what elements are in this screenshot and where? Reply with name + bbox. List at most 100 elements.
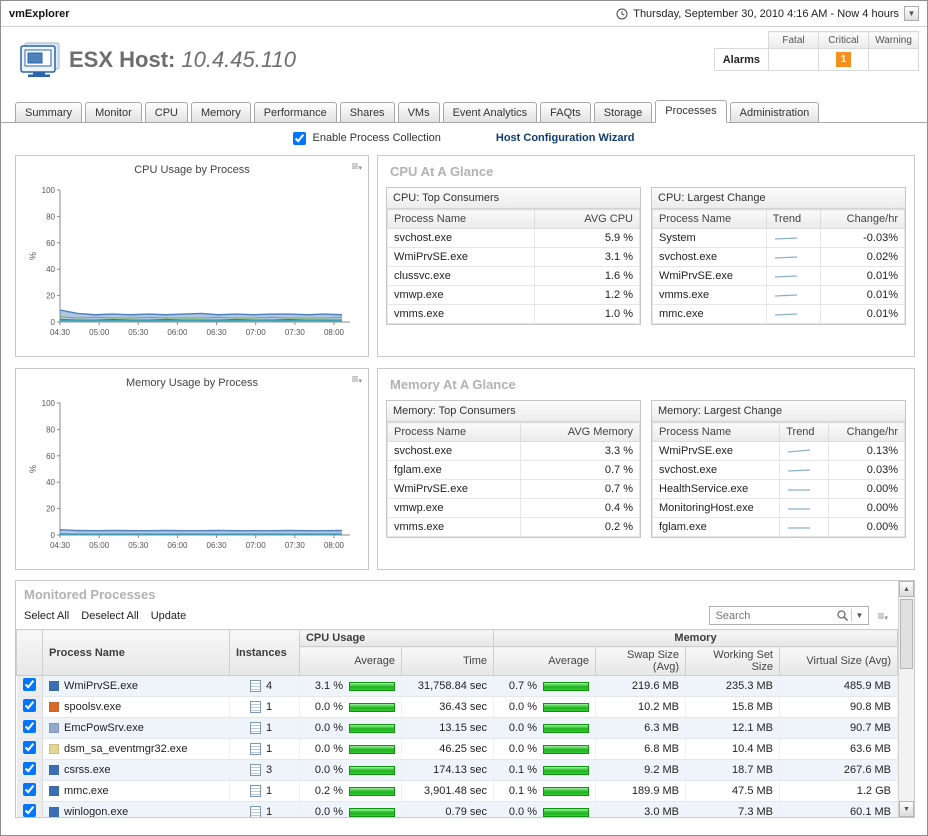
row-checkbox[interactable] [23,804,36,817]
row-checkbox[interactable] [23,741,36,754]
instances-icon [250,764,261,776]
svg-text:%: % [28,465,38,473]
table-row[interactable]: System-0.03% [653,229,905,248]
change-value: 0.03% [829,461,905,480]
tab-summary[interactable]: Summary [15,102,82,122]
col-time[interactable]: Time [401,647,493,676]
chevron-down-icon[interactable]: ▼ [904,6,919,21]
table-row[interactable]: svchost.exe0.03% [653,461,905,480]
svg-text:08:00: 08:00 [324,328,345,337]
alarms-col-warning: Warning [869,32,919,49]
tab-performance[interactable]: Performance [254,102,337,122]
fatal-count[interactable] [769,49,819,71]
row-checkbox[interactable] [23,720,36,733]
table-row[interactable]: clussvc.exe1.6 % [388,267,640,286]
cpu-average-value: 3.1 % [315,680,343,692]
top-bar: vmExplorer Thursday, September 30, 2010 … [1,1,927,27]
table-row[interactable]: svchost.exe0.02% [653,248,905,267]
col-cpu-average[interactable]: Average [299,647,401,676]
cpu-average-value: 0.0 % [315,743,343,755]
table-row[interactable]: vmwp.exe1.2 % [388,286,640,305]
col-instances[interactable]: Instances [229,630,299,676]
chart-menu-icon[interactable]: ≡▾ [351,372,362,386]
process-row[interactable]: dsm_sa_eventmgr32.exe 1 0.0 % 46.25 sec … [17,739,898,760]
table-row[interactable]: svchost.exe3.3 % [388,442,640,461]
row-checkbox[interactable] [23,762,36,775]
process-name: vmms.exe [388,305,535,324]
table-row[interactable]: vmms.exe1.0 % [388,305,640,324]
table-options-icon[interactable]: ≡▾ [877,609,888,623]
col-swap-size[interactable]: Swap Size (Avg) [596,647,686,676]
process-row[interactable]: mmc.exe 1 0.2 % 3,901.48 sec 0.1 % 189.9… [17,781,898,802]
header-checkbox-column [17,630,43,676]
tab-storage[interactable]: Storage [594,102,653,122]
tab-vms[interactable]: VMs [398,102,440,122]
svg-text:0: 0 [51,318,56,327]
tab-administration[interactable]: Administration [730,102,820,122]
virtual-size-value: 485.9 MB [780,676,898,697]
table-row[interactable]: vmms.exe0.01% [653,286,905,305]
process-name: fglam.exe [653,518,780,537]
svg-text:06:30: 06:30 [207,541,228,550]
process-row[interactable]: EmcPowSrv.exe 1 0.0 % 13.15 sec 0.0 % 6.… [17,718,898,739]
avg-cpu-value: 1.0 % [535,305,640,324]
table-row[interactable]: svchost.exe5.9 % [388,229,640,248]
table-row[interactable]: vmms.exe0.2 % [388,518,640,537]
search-options-arrow-icon[interactable]: ▼ [854,611,866,620]
search-icon[interactable] [836,609,849,622]
table-row[interactable]: mmc.exe0.01% [653,305,905,324]
esx-host-icon [17,39,63,79]
row-checkbox[interactable] [23,678,36,691]
table-row[interactable]: fglam.exe0.00% [653,518,905,537]
col-memory-average[interactable]: Average [494,647,596,676]
search-input[interactable] [713,609,835,623]
scroll-up-icon[interactable]: ▲ [899,581,914,597]
table-row[interactable]: WmiPrvSE.exe0.7 % [388,480,640,499]
tab-monitor[interactable]: Monitor [85,102,142,122]
trend-cell [780,499,829,518]
host-configuration-wizard-link[interactable]: Host Configuration Wizard [496,132,635,144]
scroll-down-icon[interactable]: ▼ [899,801,914,817]
row-checkbox[interactable] [23,783,36,796]
svg-text:%: % [28,252,38,260]
table-row[interactable]: HealthService.exe0.00% [653,480,905,499]
col-working-set[interactable]: Working Set Size [686,647,780,676]
tab-processes[interactable]: Processes [655,100,726,123]
process-row[interactable]: spoolsv.exe 1 0.0 % 36.43 sec 0.0 % 10.2… [17,697,898,718]
table-row[interactable]: WmiPrvSE.exe0.01% [653,267,905,286]
time-range-control[interactable]: Thursday, September 30, 2010 4:16 AM - N… [616,6,919,21]
update-button[interactable]: Update [151,610,186,622]
tab-shares[interactable]: Shares [340,102,395,122]
row-checkbox[interactable] [23,699,36,712]
warning-count[interactable] [869,49,919,71]
process-name: vmms.exe [388,518,521,537]
process-row[interactable]: csrss.exe 3 0.0 % 174.13 sec 0.1 % 9.2 M… [17,760,898,781]
vertical-scrollbar[interactable]: ▲ ▼ [898,581,914,817]
select-all-button[interactable]: Select All [24,610,69,622]
deselect-all-button[interactable]: Deselect All [81,610,138,622]
table-row[interactable]: vmwp.exe0.4 % [388,499,640,518]
swap-size-value: 219.6 MB [596,676,686,697]
process-row[interactable]: winlogon.exe 1 0.0 % 0.79 sec 0.0 % 3.0 … [17,802,898,819]
enable-process-collection[interactable]: Enable Process Collection [293,132,440,145]
enable-process-collection-checkbox[interactable] [293,132,306,145]
critical-count[interactable]: 1 [819,49,869,71]
search-box[interactable]: ▼ [709,606,869,625]
table-row[interactable]: WmiPrvSE.exe0.13% [653,442,905,461]
chart-menu-icon[interactable]: ≡▾ [351,159,362,173]
tab-faqts[interactable]: FAQts [540,102,591,122]
table-row[interactable]: WmiPrvSE.exe3.1 % [388,248,640,267]
col-process-name[interactable]: Process Name [43,630,230,676]
critical-badge[interactable]: 1 [836,52,851,67]
col-virtual-size[interactable]: Virtual Size (Avg) [780,647,898,676]
table-row[interactable]: MonitoringHost.exe0.00% [653,499,905,518]
svg-text:07:30: 07:30 [285,541,306,550]
table-row[interactable]: fglam.exe0.7 % [388,461,640,480]
change-value: 0.00% [829,480,905,499]
scrollbar-thumb[interactable] [900,599,913,669]
tab-cpu[interactable]: CPU [145,102,188,122]
tab-memory[interactable]: Memory [191,102,251,122]
tab-event-analytics[interactable]: Event Analytics [443,102,538,122]
working-set-value: 47.5 MB [686,781,780,802]
process-row[interactable]: WmiPrvSE.exe 4 3.1 % 31,758.84 sec 0.7 %… [17,676,898,697]
